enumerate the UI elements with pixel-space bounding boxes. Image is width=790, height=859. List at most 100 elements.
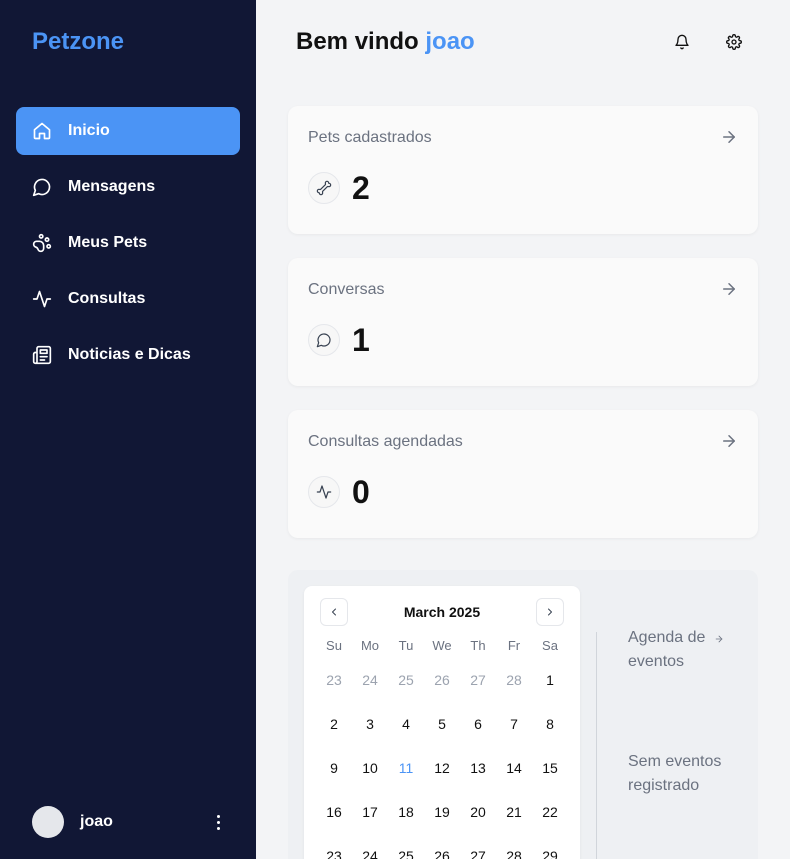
- weekday-label: Sa: [542, 638, 558, 653]
- calendar-day[interactable]: 7: [496, 708, 532, 752]
- calendar-days: 23 24 25 26 27 28 1 2 3 4 5 6 7 8 9 10 11 12 13 14 15 16 17 18 1…: [316, 664, 568, 859]
- calendar-day[interactable]: 28: [496, 840, 532, 859]
- calendar-day[interactable]: 14: [496, 752, 532, 796]
- more-options-icon[interactable]: [210, 812, 226, 832]
- calendar-day[interactable]: 3: [352, 708, 388, 752]
- calendar-day[interactable]: 12: [424, 752, 460, 796]
- calendar-day[interactable]: 15: [532, 752, 568, 796]
- calendar-day[interactable]: 26: [424, 664, 460, 708]
- weekday-label: We: [432, 638, 452, 653]
- calendar-day[interactable]: 21: [496, 796, 532, 840]
- calendar-day[interactable]: 27: [460, 664, 496, 708]
- card-title: Pets cadastrados: [308, 129, 432, 146]
- brand-logo[interactable]: Petzone: [32, 28, 124, 56]
- card-title: Consultas agendadas: [308, 433, 463, 450]
- card-title: Conversas: [308, 281, 385, 298]
- calendar-day[interactable]: 18: [388, 796, 424, 840]
- calendar-day[interactable]: 16: [316, 796, 352, 840]
- weekday-label: Tu: [398, 638, 414, 653]
- calendar-week: 23 24 25 26 27 28 29: [316, 840, 568, 859]
- sidebar-item-label: Inicio: [68, 122, 110, 139]
- sidebar-nav: Inicio Mensagens Meus Pets Consultas Not…: [16, 107, 240, 387]
- card-conversas[interactable]: Conversas 1: [288, 258, 758, 386]
- calendar-day[interactable]: 23: [316, 840, 352, 859]
- calendar-week: 23 24 25 26 27 28 1: [316, 664, 568, 708]
- message-icon: [308, 324, 340, 356]
- newspaper-icon: [32, 345, 52, 365]
- arrow-right-icon[interactable]: [720, 432, 738, 450]
- calendar-day[interactable]: 19: [424, 796, 460, 840]
- weekday-label: Fr: [507, 638, 521, 653]
- calendar-day[interactable]: 26: [424, 840, 460, 859]
- calendar-day[interactable]: 23: [316, 664, 352, 708]
- sidebar: Petzone Inicio Mensagens Meus Pets Consu…: [0, 0, 256, 859]
- calendar-day[interactable]: 6: [460, 708, 496, 752]
- calendar-day[interactable]: 1: [532, 664, 568, 708]
- card-value: 1: [352, 322, 370, 358]
- calendar-day-today[interactable]: 11: [388, 752, 424, 796]
- sidebar-item-label: Meus Pets: [68, 234, 148, 251]
- sidebar-item-inicio[interactable]: Inicio: [16, 107, 240, 155]
- events-panel: March 2025 Su Mo Tu We Th Fr Sa 23 24 25 26 27 28 1 2…: [288, 570, 758, 859]
- sidebar-item-mensagens[interactable]: Mensagens: [16, 163, 240, 211]
- activity-icon: [308, 476, 340, 508]
- sidebar-item-noticias[interactable]: Noticias e Dicas: [16, 331, 240, 379]
- weekday-label: Mo: [360, 638, 380, 653]
- calendar-day[interactable]: 29: [532, 840, 568, 859]
- weekday-label: Su: [326, 638, 342, 653]
- user-profile[interactable]: joao: [32, 806, 232, 838]
- sidebar-item-consultas[interactable]: Consultas: [16, 275, 240, 323]
- card-pets[interactable]: Pets cadastrados 2: [288, 106, 758, 234]
- calendar-weekdays: Su Mo Tu We Th Fr Sa: [316, 638, 568, 656]
- calendar-day[interactable]: 4: [388, 708, 424, 752]
- bell-icon[interactable]: [670, 30, 694, 54]
- calendar-week: 9 10 11 12 13 14 15: [316, 752, 568, 796]
- user-name: joao: [80, 813, 113, 830]
- arrow-right-icon[interactable]: [720, 128, 738, 146]
- sidebar-item-meus-pets[interactable]: Meus Pets: [16, 219, 240, 267]
- calendar-day[interactable]: 8: [532, 708, 568, 752]
- greeting-username: joao: [425, 28, 475, 55]
- page-title: Bem vindo joao: [296, 28, 475, 56]
- calendar-day[interactable]: 22: [532, 796, 568, 840]
- weekday-label: Th: [470, 638, 486, 653]
- calendar: March 2025 Su Mo Tu We Th Fr Sa 23 24 25 26 27 28 1 2…: [304, 586, 580, 859]
- bone-icon: [308, 172, 340, 204]
- calendar-day[interactable]: 27: [460, 840, 496, 859]
- calendar-day[interactable]: 5: [424, 708, 460, 752]
- agenda-link-label: Agenda de eventos: [628, 629, 706, 670]
- main-content: Bem vindo joao Pets cadastrados 2 Conver…: [256, 0, 790, 859]
- calendar-week: 2345678: [316, 708, 568, 752]
- calendar-day[interactable]: 9: [316, 752, 352, 796]
- card-value: 2: [352, 170, 370, 206]
- activity-icon: [32, 289, 52, 309]
- card-consultas[interactable]: Consultas agendadas 0: [288, 410, 758, 538]
- calendar-week: 16 17 18 19 20 21 22: [316, 796, 568, 840]
- calendar-day[interactable]: 13: [460, 752, 496, 796]
- gear-icon[interactable]: [722, 30, 746, 54]
- calendar-day[interactable]: 25: [388, 664, 424, 708]
- sidebar-item-label: Mensagens: [68, 178, 156, 195]
- greeting-text: Bem vindo: [296, 28, 419, 55]
- arrow-right-icon: [715, 635, 723, 643]
- calendar-day[interactable]: 20: [460, 796, 496, 840]
- chevron-right-icon[interactable]: [536, 598, 564, 626]
- avatar: [32, 806, 64, 838]
- calendar-day[interactable]: 17: [352, 796, 388, 840]
- divider: [596, 632, 597, 859]
- calendar-day[interactable]: 10: [352, 752, 388, 796]
- message-icon: [32, 177, 52, 197]
- paw-icon: [32, 233, 52, 253]
- agenda-link[interactable]: Agenda de eventos: [628, 626, 748, 674]
- calendar-day[interactable]: 25: [388, 840, 424, 859]
- sidebar-item-label: Noticias e Dicas: [68, 346, 191, 363]
- sidebar-item-label: Consultas: [68, 290, 146, 307]
- card-value: 0: [352, 474, 370, 510]
- arrow-right-icon[interactable]: [720, 280, 738, 298]
- calendar-day[interactable]: 2: [316, 708, 352, 752]
- calendar-day[interactable]: 28: [496, 664, 532, 708]
- home-icon: [32, 121, 52, 141]
- calendar-day[interactable]: 24: [352, 664, 388, 708]
- calendar-day[interactable]: 24: [352, 840, 388, 859]
- no-events-text: Sem eventos registrado: [628, 753, 722, 794]
